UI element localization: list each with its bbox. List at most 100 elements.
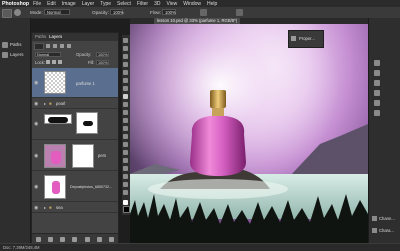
background-color-swatch[interactable] xyxy=(123,206,130,213)
menu-view[interactable]: View xyxy=(166,1,177,7)
adjustments-panel-icon[interactable] xyxy=(374,80,380,86)
eraser-tool-icon[interactable] xyxy=(123,118,128,123)
crop-tool-icon[interactable] xyxy=(123,70,128,75)
menu-layer[interactable]: Layer xyxy=(82,1,95,7)
swatches-panel-icon[interactable] xyxy=(374,70,380,76)
opacity-field[interactable]: 100% xyxy=(110,9,124,15)
brush-tool-icon[interactable] xyxy=(123,94,128,99)
properties-mini-panel[interactable]: Proper... xyxy=(288,30,324,48)
menu-type[interactable]: Type xyxy=(100,1,111,7)
eyedropper-tool-icon[interactable] xyxy=(123,78,128,83)
marquee-tool-icon[interactable] xyxy=(123,46,128,51)
visibility-eye-icon[interactable]: ◉ xyxy=(34,184,38,190)
mode-select[interactable]: Normal xyxy=(44,9,70,15)
layer-style-icon[interactable] xyxy=(47,236,53,242)
link-layers-icon[interactable] xyxy=(35,236,41,242)
fill-field[interactable]: 100% xyxy=(96,60,109,65)
filter-type-icon[interactable] xyxy=(60,44,64,48)
gradient-tool-icon[interactable] xyxy=(123,126,128,131)
group-chevron-icon[interactable]: ▸ xyxy=(44,205,46,210)
menu-edit[interactable]: Edit xyxy=(47,1,56,7)
add-mask-icon[interactable] xyxy=(60,236,66,242)
new-group-icon[interactable] xyxy=(84,236,90,242)
visibility-eye-icon[interactable]: ◉ xyxy=(34,153,38,159)
visibility-eye-icon[interactable]: ◉ xyxy=(34,205,38,211)
tab-paths[interactable]: Paths xyxy=(35,34,46,39)
airbrush-icon[interactable] xyxy=(200,9,207,16)
layer-thumbnail xyxy=(44,175,66,199)
layer-filter-icons xyxy=(46,44,106,48)
brush-preset-icon[interactable] xyxy=(14,9,21,16)
magic-wand-tool-icon[interactable] xyxy=(123,62,128,67)
blend-mode-select[interactable]: Normal xyxy=(35,52,61,57)
pen-tool-icon[interactable] xyxy=(123,150,128,155)
path-select-tool-icon[interactable] xyxy=(123,166,128,171)
visibility-eye-icon[interactable]: ◉ xyxy=(34,101,38,107)
character-label: Chara... xyxy=(379,228,394,233)
tab-layers[interactable]: Layers xyxy=(49,34,62,39)
styles-panel-icon[interactable] xyxy=(374,90,380,96)
dodge-tool-icon[interactable] xyxy=(123,142,128,147)
menu-3d[interactable]: 3D xyxy=(154,1,160,7)
layer-row-pers[interactable]: ◉ pers xyxy=(32,141,118,171)
lock-all-icon[interactable] xyxy=(58,60,62,64)
layer-group-pearl[interactable]: ◉ ▸ ■ pearl xyxy=(32,99,118,109)
document-canvas[interactable] xyxy=(130,24,368,243)
menu-select[interactable]: Select xyxy=(117,1,131,7)
mask-shape xyxy=(83,121,93,126)
move-tool-icon[interactable] xyxy=(123,38,128,43)
flow-field[interactable]: 100% xyxy=(162,9,176,15)
layer-row-depositphotos[interactable]: ◉ Depositphotos_6850732... xyxy=(32,172,118,202)
zoom-tool-icon[interactable] xyxy=(123,190,128,195)
adjustment-layer-icon[interactable] xyxy=(72,236,78,242)
type-tool-icon[interactable] xyxy=(123,158,128,163)
menu-file[interactable]: File xyxy=(33,1,41,7)
lock-position-icon[interactable] xyxy=(52,60,56,64)
properties-icon xyxy=(291,36,296,41)
history-panel-icon[interactable] xyxy=(374,100,380,106)
actions-panel-icon[interactable] xyxy=(374,110,380,116)
filter-adjust-icon[interactable] xyxy=(53,44,57,48)
layer-row-parfume-1[interactable]: ◉ parfume 1 xyxy=(32,68,118,98)
layer-group-sea[interactable]: ◉ ▸ ■ sea xyxy=(32,203,118,213)
opacity-label: Opacity: xyxy=(92,10,109,15)
character-panel-button[interactable]: Chara... xyxy=(372,228,394,233)
brush-tool-icon[interactable] xyxy=(2,9,12,18)
filter-kind-select[interactable] xyxy=(34,43,44,50)
channels-panel-button[interactable]: Chann... xyxy=(372,216,395,221)
properties-label: Proper... xyxy=(299,36,315,41)
clone-stamp-tool-icon[interactable] xyxy=(123,102,128,107)
hand-tool-icon[interactable] xyxy=(123,182,128,187)
paths-panel-button[interactable]: Paths xyxy=(2,40,28,49)
history-brush-tool-icon[interactable] xyxy=(123,110,128,115)
lasso-tool-icon[interactable] xyxy=(123,54,128,59)
color-panel-icon[interactable] xyxy=(374,60,380,66)
fill-label: Fill: xyxy=(88,60,95,65)
layers-panel: Paths Layers Normal Opacity: 100% Lock: … xyxy=(31,32,119,245)
flow-label: Flow: xyxy=(150,10,161,15)
shape-tool-icon[interactable] xyxy=(123,174,128,179)
layer-row-mask[interactable]: ◉ xyxy=(32,110,118,140)
visibility-eye-icon[interactable]: ◉ xyxy=(34,80,38,86)
group-chevron-icon[interactable]: ▸ xyxy=(44,101,46,106)
visibility-eye-icon[interactable]: ◉ xyxy=(34,121,38,127)
lock-pixels-icon[interactable] xyxy=(46,60,50,64)
menu-image[interactable]: Image xyxy=(62,1,76,7)
menu-help[interactable]: Help xyxy=(207,1,217,7)
filter-pixel-icon[interactable] xyxy=(46,44,50,48)
filter-shape-icon[interactable] xyxy=(67,44,71,48)
menu-window[interactable]: Window xyxy=(183,1,201,7)
pressure-icon[interactable] xyxy=(236,9,243,16)
new-layer-icon[interactable] xyxy=(97,236,103,242)
folder-icon: ■ xyxy=(49,205,52,210)
foreground-color-swatch[interactable] xyxy=(123,200,128,205)
thumb-bottle xyxy=(51,151,61,164)
healing-tool-icon[interactable] xyxy=(123,86,128,91)
layers-panel-button[interactable]: Layers xyxy=(2,50,28,59)
menu-filter[interactable]: Filter xyxy=(137,1,148,7)
folder-icon: ■ xyxy=(49,101,52,106)
blur-tool-icon[interactable] xyxy=(123,134,128,139)
layers-panel-tabs: Paths Layers xyxy=(32,33,118,41)
trash-icon[interactable] xyxy=(109,236,115,242)
layer-opacity-field[interactable]: 100% xyxy=(96,52,109,57)
